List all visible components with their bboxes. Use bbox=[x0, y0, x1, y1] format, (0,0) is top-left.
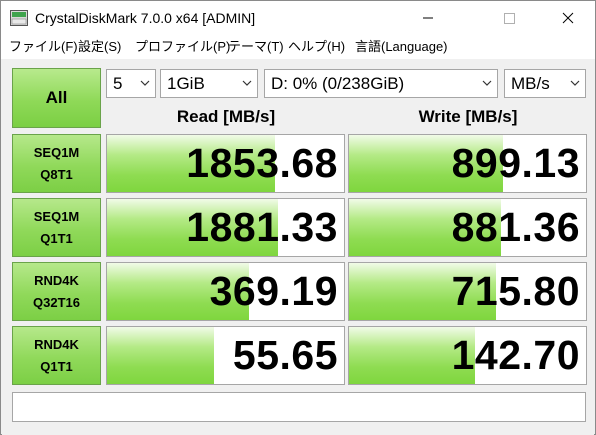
crystaldiskmark-app-icon bbox=[10, 10, 28, 26]
read-value: 369.19 bbox=[209, 268, 338, 314]
menu-settings[interactable]: 設定(S) bbox=[78, 39, 121, 55]
seq1m-q1t1-button[interactable]: SEQ1M Q1T1 bbox=[12, 198, 101, 257]
seq1m-q8t1-write-result: 899.13 bbox=[348, 134, 587, 193]
window-title: CrystalDiskMark 7.0.0 x64 [ADMIN] bbox=[35, 10, 256, 26]
minimize-icon bbox=[423, 17, 433, 19]
menu-profile[interactable]: プロファイル(P) bbox=[135, 39, 230, 55]
write-value: 881.36 bbox=[451, 204, 580, 250]
close-icon bbox=[562, 12, 574, 24]
rnd4k-q1t1-read-result: 55.65 bbox=[106, 326, 345, 385]
rnd4k-q32t16-read-result: 369.19 bbox=[106, 262, 345, 321]
crystaldiskmark-window: CrystalDiskMark 7.0.0 x64 [ADMIN] ファイル(F… bbox=[0, 0, 596, 435]
test-count-select[interactable]: 5 bbox=[106, 69, 156, 98]
chevron-down-icon bbox=[242, 80, 252, 86]
read-value: 1853.68 bbox=[186, 140, 338, 186]
comment-field[interactable] bbox=[12, 392, 586, 422]
all-button[interactable]: All bbox=[12, 68, 101, 128]
row-label-line1: SEQ1M bbox=[33, 208, 80, 224]
read-value: 1881.33 bbox=[186, 204, 338, 250]
main-panel: All 5 1GiB D: 0% (0/238GiB) MB/s Read [M… bbox=[2, 59, 594, 435]
row-label-line2: Q1T1 bbox=[40, 358, 73, 374]
row-label-line2: Q32T16 bbox=[33, 294, 80, 310]
unit-value: MB/s bbox=[511, 74, 550, 93]
seq1m-q8t1-button[interactable]: SEQ1M Q8T1 bbox=[12, 134, 101, 193]
read-progress-bar bbox=[107, 327, 214, 384]
test-count-value: 5 bbox=[113, 74, 123, 93]
row-label-line1: RND4K bbox=[34, 272, 79, 288]
menu-bar: ファイル(F) 設定(S) プロファイル(P) テーマ(T) ヘルプ(H) 言語… bbox=[1, 35, 595, 59]
menu-language[interactable]: 言語(Language) bbox=[355, 39, 448, 55]
write-value: 142.70 bbox=[451, 332, 580, 378]
row-label-line1: RND4K bbox=[34, 336, 79, 352]
seq1m-q1t1-read-result: 1881.33 bbox=[106, 198, 345, 257]
rnd4k-q32t16-write-result: 715.80 bbox=[348, 262, 587, 321]
rnd4k-q1t1-write-result: 142.70 bbox=[348, 326, 587, 385]
seq1m-q8t1-read-result: 1853.68 bbox=[106, 134, 345, 193]
write-value: 899.13 bbox=[451, 140, 580, 186]
rnd4k-q32t16-button[interactable]: RND4K Q32T16 bbox=[12, 262, 101, 321]
write-header: Write [MB/s] bbox=[418, 107, 518, 126]
maximize-icon bbox=[504, 13, 515, 24]
test-size-value: 1GiB bbox=[167, 74, 205, 93]
read-value: 55.65 bbox=[232, 332, 338, 378]
menu-theme[interactable]: テーマ(T) bbox=[228, 39, 284, 55]
title-bar[interactable]: CrystalDiskMark 7.0.0 x64 [ADMIN] bbox=[1, 1, 595, 35]
row-label-line2: Q1T1 bbox=[40, 230, 73, 246]
minimize-button[interactable] bbox=[405, 1, 451, 35]
maximize-button[interactable] bbox=[487, 1, 533, 35]
drive-value: D: 0% (0/238GiB) bbox=[271, 74, 405, 93]
seq1m-q1t1-write-result: 881.36 bbox=[348, 198, 587, 257]
menu-help[interactable]: ヘルプ(H) bbox=[288, 39, 345, 55]
test-size-select[interactable]: 1GiB bbox=[160, 69, 258, 98]
row-label-line2: Q8T1 bbox=[40, 166, 73, 182]
unit-select[interactable]: MB/s bbox=[504, 69, 586, 98]
drive-select[interactable]: D: 0% (0/238GiB) bbox=[264, 69, 498, 98]
chevron-down-icon bbox=[140, 80, 150, 86]
row-label-line1: SEQ1M bbox=[33, 144, 80, 160]
menu-file[interactable]: ファイル(F) bbox=[9, 39, 78, 55]
chevron-down-icon bbox=[570, 80, 580, 86]
chevron-down-icon bbox=[482, 80, 492, 86]
close-button[interactable] bbox=[547, 1, 593, 35]
write-value: 715.80 bbox=[451, 268, 580, 314]
rnd4k-q1t1-button[interactable]: RND4K Q1T1 bbox=[12, 326, 101, 385]
read-header: Read [MB/s] bbox=[176, 107, 276, 126]
